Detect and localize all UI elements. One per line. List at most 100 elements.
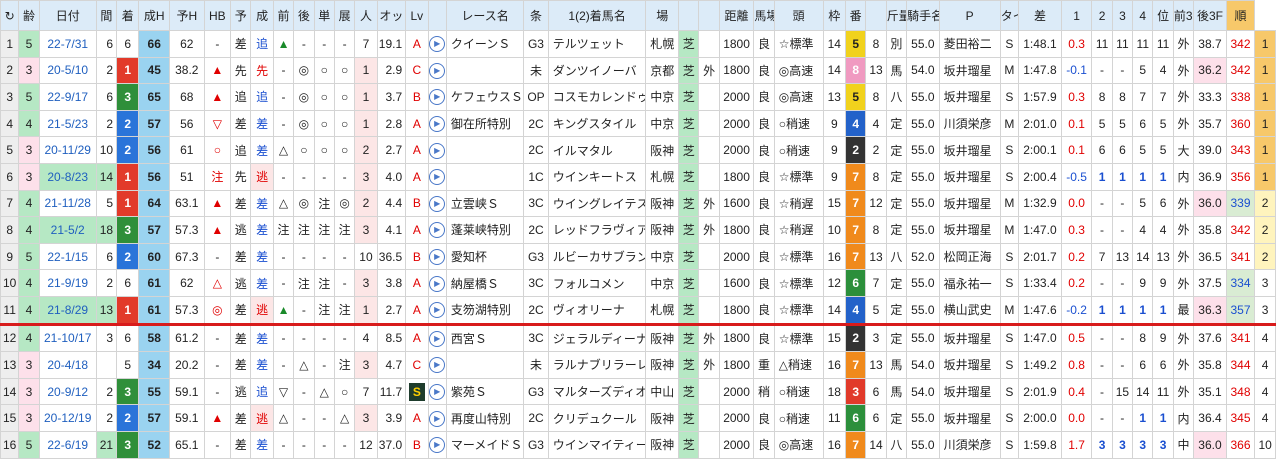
table-cell: 14 — [822, 30, 846, 58]
column-header[interactable]: 成H — [138, 0, 170, 31]
column-header[interactable]: 予H — [169, 0, 205, 31]
table-cell: 注 — [313, 189, 335, 218]
table-cell: ▶ — [427, 430, 447, 459]
play-icon[interactable]: ▶ — [429, 222, 446, 239]
column-header[interactable]: 頭 — [773, 0, 824, 31]
play-icon[interactable]: ▶ — [429, 249, 446, 266]
column-header[interactable]: 後3F — [1193, 0, 1227, 31]
play-icon[interactable]: ▶ — [429, 357, 446, 374]
column-header[interactable]: 条 — [523, 0, 549, 31]
table-cell: 4 — [1254, 377, 1276, 406]
column-header[interactable]: 位 — [1152, 0, 1174, 31]
table-row[interactable]: 9 5 22-1/15 6 2 60 67.3- 差差 - - - -10 36.5 B ▶ 愛知杯 G3 ルビー… — [0, 242, 1276, 271]
column-header[interactable]: 日付 — [38, 0, 97, 31]
play-icon[interactable]: ▶ — [429, 384, 446, 401]
play-icon[interactable]: ▶ — [429, 275, 446, 292]
column-header[interactable]: 後 — [293, 0, 315, 31]
table-cell: 定 — [885, 269, 908, 297]
column-header[interactable]: 差 — [1018, 0, 1062, 31]
column-header[interactable]: 単 — [313, 0, 335, 31]
column-header[interactable]: Lv — [405, 0, 429, 31]
table-row[interactable]: 7 4 21-11/28 5 1 64 63.1 ▲ 差差 △ ◎ 注 ◎ 2 4.4 B ▶ 立雲峡Ｓ 3C ウイン… — [0, 189, 1276, 218]
table-cell: 1 — [1091, 295, 1113, 325]
column-header[interactable]: 2 — [1091, 0, 1113, 31]
table-cell: S — [999, 322, 1020, 353]
column-header[interactable]: 枠 — [822, 0, 846, 31]
column-header[interactable]: タイム — [999, 0, 1020, 31]
table-row[interactable]: 15 3 20-12/19 2 2 57 59.1 ▲ 差逃 △ - - △ 3 3.9 A ▶ 再度山特別 2C ク… — [0, 404, 1276, 432]
table-row[interactable]: 6 3 20-8/23 14 1 56 51 注先逃 - - - -3 4.0 A ▶ 1C ウインキートス 札幌… — [0, 162, 1276, 191]
column-header[interactable]: 4 — [1132, 0, 1154, 31]
column-header[interactable]: 予 — [230, 0, 252, 31]
table-cell: ☆標準 — [773, 30, 824, 58]
column-header[interactable]: 騎手名 — [906, 0, 940, 31]
table-cell: 36.4 — [1193, 404, 1227, 432]
column-header[interactable]: レース名 — [445, 0, 525, 31]
play-icon[interactable]: ▶ — [429, 302, 446, 319]
table-cell: - — [1091, 377, 1113, 406]
column-header[interactable]: 1 — [1060, 0, 1093, 31]
table-cell: -0.5 — [1060, 162, 1093, 191]
play-icon[interactable]: ▶ — [429, 142, 446, 159]
table-cell: 良 — [753, 322, 775, 353]
table-cell: 344 — [1225, 351, 1256, 379]
play-icon[interactable]: ▶ — [429, 116, 446, 133]
play-icon[interactable]: ▶ — [429, 36, 446, 53]
column-header[interactable]: P — [938, 0, 1001, 31]
table-cell: 0.0 — [1060, 189, 1093, 218]
column-header[interactable] — [698, 0, 720, 31]
table-row[interactable]: 3 5 22-9/17 6 3 65 68 ▲ 追追 - ◎ ○ ○ 1 3.7 B ▶ ケフェウスＳ OP コスモカ… — [0, 83, 1276, 111]
table-cell: 20-9/12 — [38, 377, 97, 406]
column-header[interactable]: 順 — [1225, 0, 1256, 31]
column-header[interactable]: 間 — [95, 0, 118, 31]
column-header[interactable]: 距離 — [718, 0, 755, 31]
column-header[interactable]: 成 — [250, 0, 274, 31]
column-header[interactable]: ↻ — [0, 0, 20, 31]
play-icon[interactable]: ▶ — [429, 62, 446, 79]
column-header[interactable]: 場 — [645, 0, 680, 31]
column-header[interactable]: 展 — [333, 0, 356, 31]
column-header[interactable]: 人 — [354, 0, 378, 31]
table-row[interactable]: 16 5 22-6/19 21 3 52 65.1- 差差 - - - -12 37.0 B ▶ マーメイドＳ… — [0, 430, 1276, 459]
table-row[interactable]: 11 4 21-8/29 13 1 61 57.3 ◎ 差逃 ▲ - 注注 1 2.7 A ▶ 支笏湖特別 2C ヴ… — [0, 295, 1276, 325]
table-cell: 3 — [354, 404, 378, 432]
column-header[interactable]: 斤量 — [885, 0, 908, 31]
play-icon[interactable]: ▶ — [429, 437, 446, 454]
play-icon[interactable]: ▶ — [429, 89, 446, 106]
column-header[interactable]: HB — [203, 0, 232, 31]
table-cell: 外 — [698, 322, 720, 353]
table-cell: 61 — [138, 295, 170, 325]
table-cell: 注 — [333, 351, 356, 379]
table-row[interactable]: 4 4 21-5/23 2 2 57 56 ▽ 差差 - ◎ ○ ○ 1 2.8 A ▶ 御在所特別 2C キングスタ… — [0, 109, 1276, 138]
table-cell: 中京 — [645, 109, 680, 138]
column-header[interactable]: 前3F — [1172, 0, 1195, 31]
play-icon[interactable]: ▶ — [429, 195, 446, 212]
table-row[interactable]: 1 5 22-7/31 6 6 66 62- 差追 ▲ - - -7 19.1 A ▶ クイーンＳ G3 テルツェ… — [0, 30, 1276, 58]
column-header[interactable]: オッ — [376, 0, 407, 31]
table-cell: 342 — [1225, 216, 1256, 244]
play-icon[interactable]: ▶ — [429, 330, 446, 347]
column-header[interactable] — [427, 0, 447, 31]
table-row[interactable]: 8 4 21-5/2 18 3 57 57.3 ▲ 逃差注注注注 3 4.1 A ▶ 蓬莱峡特別 2C レッド… — [0, 216, 1276, 244]
column-header[interactable]: 馬場lv — [753, 0, 775, 31]
column-header[interactable]: 前 — [272, 0, 295, 31]
column-header[interactable] — [678, 0, 700, 31]
column-header[interactable]: 番 — [844, 0, 867, 31]
play-icon[interactable]: ▶ — [429, 410, 446, 427]
table-row[interactable]: 2 3 20-5/10 2 1 45 38.2 ▲ 先先 - ◎ ○ ○ 1 2.9 C ▶ 未ダンツイノーバ 京都… — [0, 56, 1276, 85]
column-header[interactable] — [865, 0, 887, 31]
table-row[interactable]: 13 3 20-4/18 5 34 20.2- 差差 - △ - 注 3 4.7 C ▶ 未ラルナブリラーレ阪… — [0, 351, 1276, 379]
table-cell: S — [405, 377, 429, 406]
table-cell: 18 — [95, 216, 118, 244]
table-cell: 356 — [1225, 162, 1256, 191]
table-row[interactable]: 5 3 20-11/29 10 2 56 61 ○ 追差 △ ○ ○ ○ 2 2.7 A ▶ 2C イルマタル 阪神芝… — [0, 136, 1276, 164]
table-row[interactable]: 10 4 21-9/19 2 6 61 62 △ 逃差 - 注注 -3 3.8 A ▶ 納屋橋Ｓ 3C フォルコメ… — [0, 269, 1276, 297]
column-header[interactable]: 齢 — [18, 0, 40, 31]
table-row[interactable]: 12 4 21-10/17 3 6 58 61.2- 差差 - - - -4 8.5 A ▶ 西宮Ｓ 3C ジェラ… — [0, 322, 1276, 353]
column-header[interactable]: 着 — [116, 0, 140, 31]
play-icon[interactable]: ▶ — [429, 169, 446, 186]
column-header[interactable]: 3 — [1111, 0, 1134, 31]
table-row[interactable]: 14 3 20-9/12 2 3 55 59.1- 逃追 ▽ - △ ○ 7 11.7 S ▶ 紫苑Ｓ G3 マルタ… — [0, 377, 1276, 406]
table-cell: ◎高速 — [773, 83, 824, 111]
column-header[interactable]: 1(2)着馬名 — [547, 0, 647, 31]
